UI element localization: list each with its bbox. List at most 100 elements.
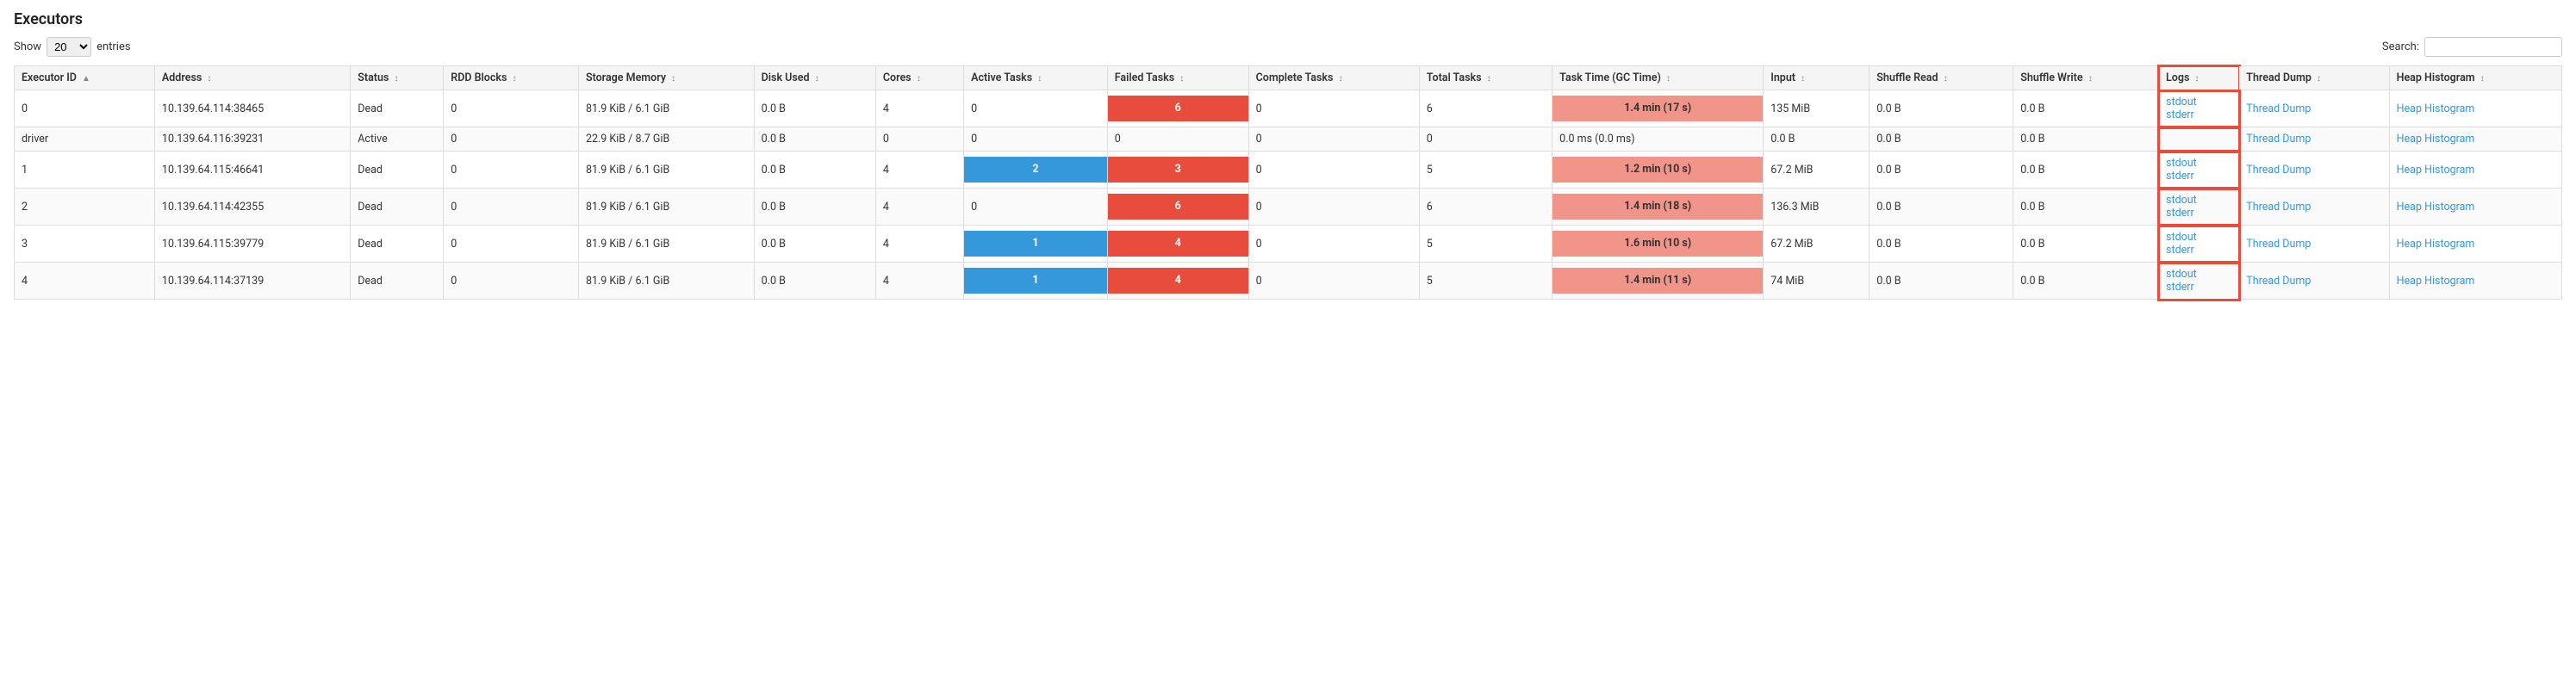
log-link-stderr[interactable]: stderr bbox=[2166, 244, 2231, 257]
entries-select[interactable]: 102050100 bbox=[47, 37, 91, 57]
thread-dump-link[interactable]: Thread Dump bbox=[2246, 102, 2381, 115]
cores-cell: 4 bbox=[875, 152, 963, 189]
col-rdd-blocks-label: RDD Blocks bbox=[451, 71, 507, 84]
col-header-shuffle-read[interactable]: Shuffle Read ↕ bbox=[1870, 66, 2013, 90]
col-header-shuffle-write[interactable]: Shuffle Write ↕ bbox=[2013, 66, 2159, 90]
table-controls: Show 102050100 entries Search: bbox=[14, 37, 2562, 57]
log-link-stderr[interactable]: stderr bbox=[2166, 108, 2231, 121]
thread-dump-link[interactable]: Thread Dump bbox=[2246, 275, 2381, 288]
task-time-cell: 1.4 min (11 s) bbox=[1552, 263, 1764, 300]
col-header-total-tasks[interactable]: Total Tasks ↕ bbox=[1419, 66, 1552, 90]
thread-dump-link[interactable]: Thread Dump bbox=[2246, 133, 2381, 146]
log-link-stderr[interactable]: stderr bbox=[2166, 281, 2231, 294]
col-disk-used-label: Disk Used bbox=[762, 71, 810, 84]
col-total-tasks-label: Total Tasks bbox=[1427, 71, 1482, 84]
col-header-complete-tasks[interactable]: Complete Tasks ↕ bbox=[1248, 66, 1419, 90]
col-header-task-time[interactable]: Task Time (GC Time) ↕ bbox=[1552, 66, 1764, 90]
active-tasks-value: 1 bbox=[964, 231, 1107, 257]
failed-tasks-cell: 0 bbox=[1107, 127, 1248, 152]
total-tasks-cell: 5 bbox=[1419, 226, 1552, 263]
heap-histogram-link[interactable]: Heap Histogram bbox=[2397, 238, 2554, 251]
status-cell: Active bbox=[351, 127, 444, 152]
task-time-value: 1.2 min (10 s) bbox=[1552, 157, 1763, 183]
log-link-stderr[interactable]: stderr bbox=[2166, 170, 2231, 183]
thread-dump-cell[interactable]: Thread Dump bbox=[2239, 90, 2389, 127]
thread-dump-cell[interactable]: Thread Dump bbox=[2239, 152, 2389, 189]
sort-icon-heap-histogram: ↕ bbox=[2480, 74, 2485, 84]
thread-dump-cell[interactable]: Thread Dump bbox=[2239, 189, 2389, 226]
input-cell: 135 MiB bbox=[1764, 90, 1870, 127]
total-tasks-cell: 5 bbox=[1419, 152, 1552, 189]
logs-cell bbox=[2159, 127, 2239, 152]
log-link-stdout[interactable]: stdout bbox=[2166, 268, 2231, 281]
heap-histogram-link[interactable]: Heap Histogram bbox=[2397, 275, 2554, 288]
col-header-input[interactable]: Input ↕ bbox=[1764, 66, 1870, 90]
thread-dump-link[interactable]: Thread Dump bbox=[2246, 238, 2381, 251]
heap-histogram-cell[interactable]: Heap Histogram bbox=[2389, 127, 2561, 152]
log-link-stdout[interactable]: stdout bbox=[2166, 157, 2231, 170]
executor-id-cell: 3 bbox=[15, 226, 155, 263]
col-task-time-label: Task Time (GC Time) bbox=[1559, 71, 1661, 84]
page-title: Executors bbox=[14, 10, 2562, 28]
col-executor-id-label: Executor ID bbox=[22, 71, 77, 84]
total-tasks-cell: 6 bbox=[1419, 90, 1552, 127]
search-label: Search: bbox=[2382, 40, 2419, 53]
disk-used-cell: 0.0 B bbox=[754, 127, 875, 152]
col-header-status[interactable]: Status ↕ bbox=[351, 66, 444, 90]
shuffle-write-cell: 0.0 B bbox=[2013, 90, 2159, 127]
heap-histogram-link[interactable]: Heap Histogram bbox=[2397, 133, 2554, 146]
col-header-address[interactable]: Address ↕ bbox=[154, 66, 350, 90]
heap-histogram-cell[interactable]: Heap Histogram bbox=[2389, 189, 2561, 226]
log-link-stdout[interactable]: stdout bbox=[2166, 194, 2231, 207]
heap-histogram-cell[interactable]: Heap Histogram bbox=[2389, 90, 2561, 127]
cores-cell: 4 bbox=[875, 263, 963, 300]
col-header-storage-memory[interactable]: Storage Memory ↕ bbox=[578, 66, 754, 90]
log-link-stdout[interactable]: stdout bbox=[2166, 231, 2231, 244]
col-header-active-tasks[interactable]: Active Tasks ↕ bbox=[964, 66, 1108, 90]
rdd-blocks-cell: 0 bbox=[444, 90, 579, 127]
table-row: 210.139.64.114:42355Dead081.9 KiB / 6.1 … bbox=[15, 189, 2562, 226]
executor-id-cell: 1 bbox=[15, 152, 155, 189]
failed-tasks-value: 4 bbox=[1108, 231, 1248, 257]
thread-dump-link[interactable]: Thread Dump bbox=[2246, 201, 2381, 214]
heap-histogram-link[interactable]: Heap Histogram bbox=[2397, 164, 2554, 176]
heap-histogram-cell[interactable]: Heap Histogram bbox=[2389, 263, 2561, 300]
search-input[interactable] bbox=[2424, 37, 2562, 57]
shuffle-write-cell: 0.0 B bbox=[2013, 226, 2159, 263]
disk-used-cell: 0.0 B bbox=[754, 189, 875, 226]
col-complete-tasks-label: Complete Tasks bbox=[1256, 71, 1334, 84]
thread-dump-cell[interactable]: Thread Dump bbox=[2239, 263, 2389, 300]
input-cell: 136.3 MiB bbox=[1764, 189, 1870, 226]
col-header-rdd-blocks[interactable]: RDD Blocks ↕ bbox=[444, 66, 579, 90]
heap-histogram-link[interactable]: Heap Histogram bbox=[2397, 201, 2554, 214]
shuffle-write-cell: 0.0 B bbox=[2013, 152, 2159, 189]
col-cores-label: Cores bbox=[883, 71, 912, 84]
thread-dump-cell[interactable]: Thread Dump bbox=[2239, 127, 2389, 152]
thread-dump-cell[interactable]: Thread Dump bbox=[2239, 226, 2389, 263]
total-tasks-cell: 6 bbox=[1419, 189, 1552, 226]
col-header-failed-tasks[interactable]: Failed Tasks ↕ bbox=[1107, 66, 1248, 90]
failed-tasks-cell: 6 bbox=[1107, 189, 1248, 226]
rdd-blocks-cell: 0 bbox=[444, 189, 579, 226]
col-header-disk-used[interactable]: Disk Used ↕ bbox=[754, 66, 875, 90]
col-header-logs[interactable]: Logs ↕ bbox=[2159, 66, 2239, 90]
logs-cell: stdoutstderr bbox=[2159, 152, 2239, 189]
logs-cell: stdoutstderr bbox=[2159, 90, 2239, 127]
col-header-executor-id[interactable]: Executor ID ▲ bbox=[15, 66, 155, 90]
storage-memory-cell: 81.9 KiB / 6.1 GiB bbox=[578, 189, 754, 226]
heap-histogram-cell[interactable]: Heap Histogram bbox=[2389, 152, 2561, 189]
rdd-blocks-cell: 0 bbox=[444, 127, 579, 152]
thread-dump-link[interactable]: Thread Dump bbox=[2246, 164, 2381, 176]
col-logs-label: Logs bbox=[2166, 71, 2189, 84]
shuffle-write-cell: 0.0 B bbox=[2013, 189, 2159, 226]
sort-icon-status: ↕ bbox=[395, 74, 399, 84]
heap-histogram-cell[interactable]: Heap Histogram bbox=[2389, 226, 2561, 263]
col-header-heap-histogram[interactable]: Heap Histogram ↕ bbox=[2389, 66, 2561, 90]
col-header-cores[interactable]: Cores ↕ bbox=[875, 66, 963, 90]
cores-cell: 0 bbox=[875, 127, 963, 152]
col-header-thread-dump[interactable]: Thread Dump ↕ bbox=[2239, 66, 2389, 90]
status-cell: Dead bbox=[351, 189, 444, 226]
heap-histogram-link[interactable]: Heap Histogram bbox=[2397, 102, 2554, 115]
log-link-stdout[interactable]: stdout bbox=[2166, 96, 2231, 108]
log-link-stderr[interactable]: stderr bbox=[2166, 207, 2231, 220]
